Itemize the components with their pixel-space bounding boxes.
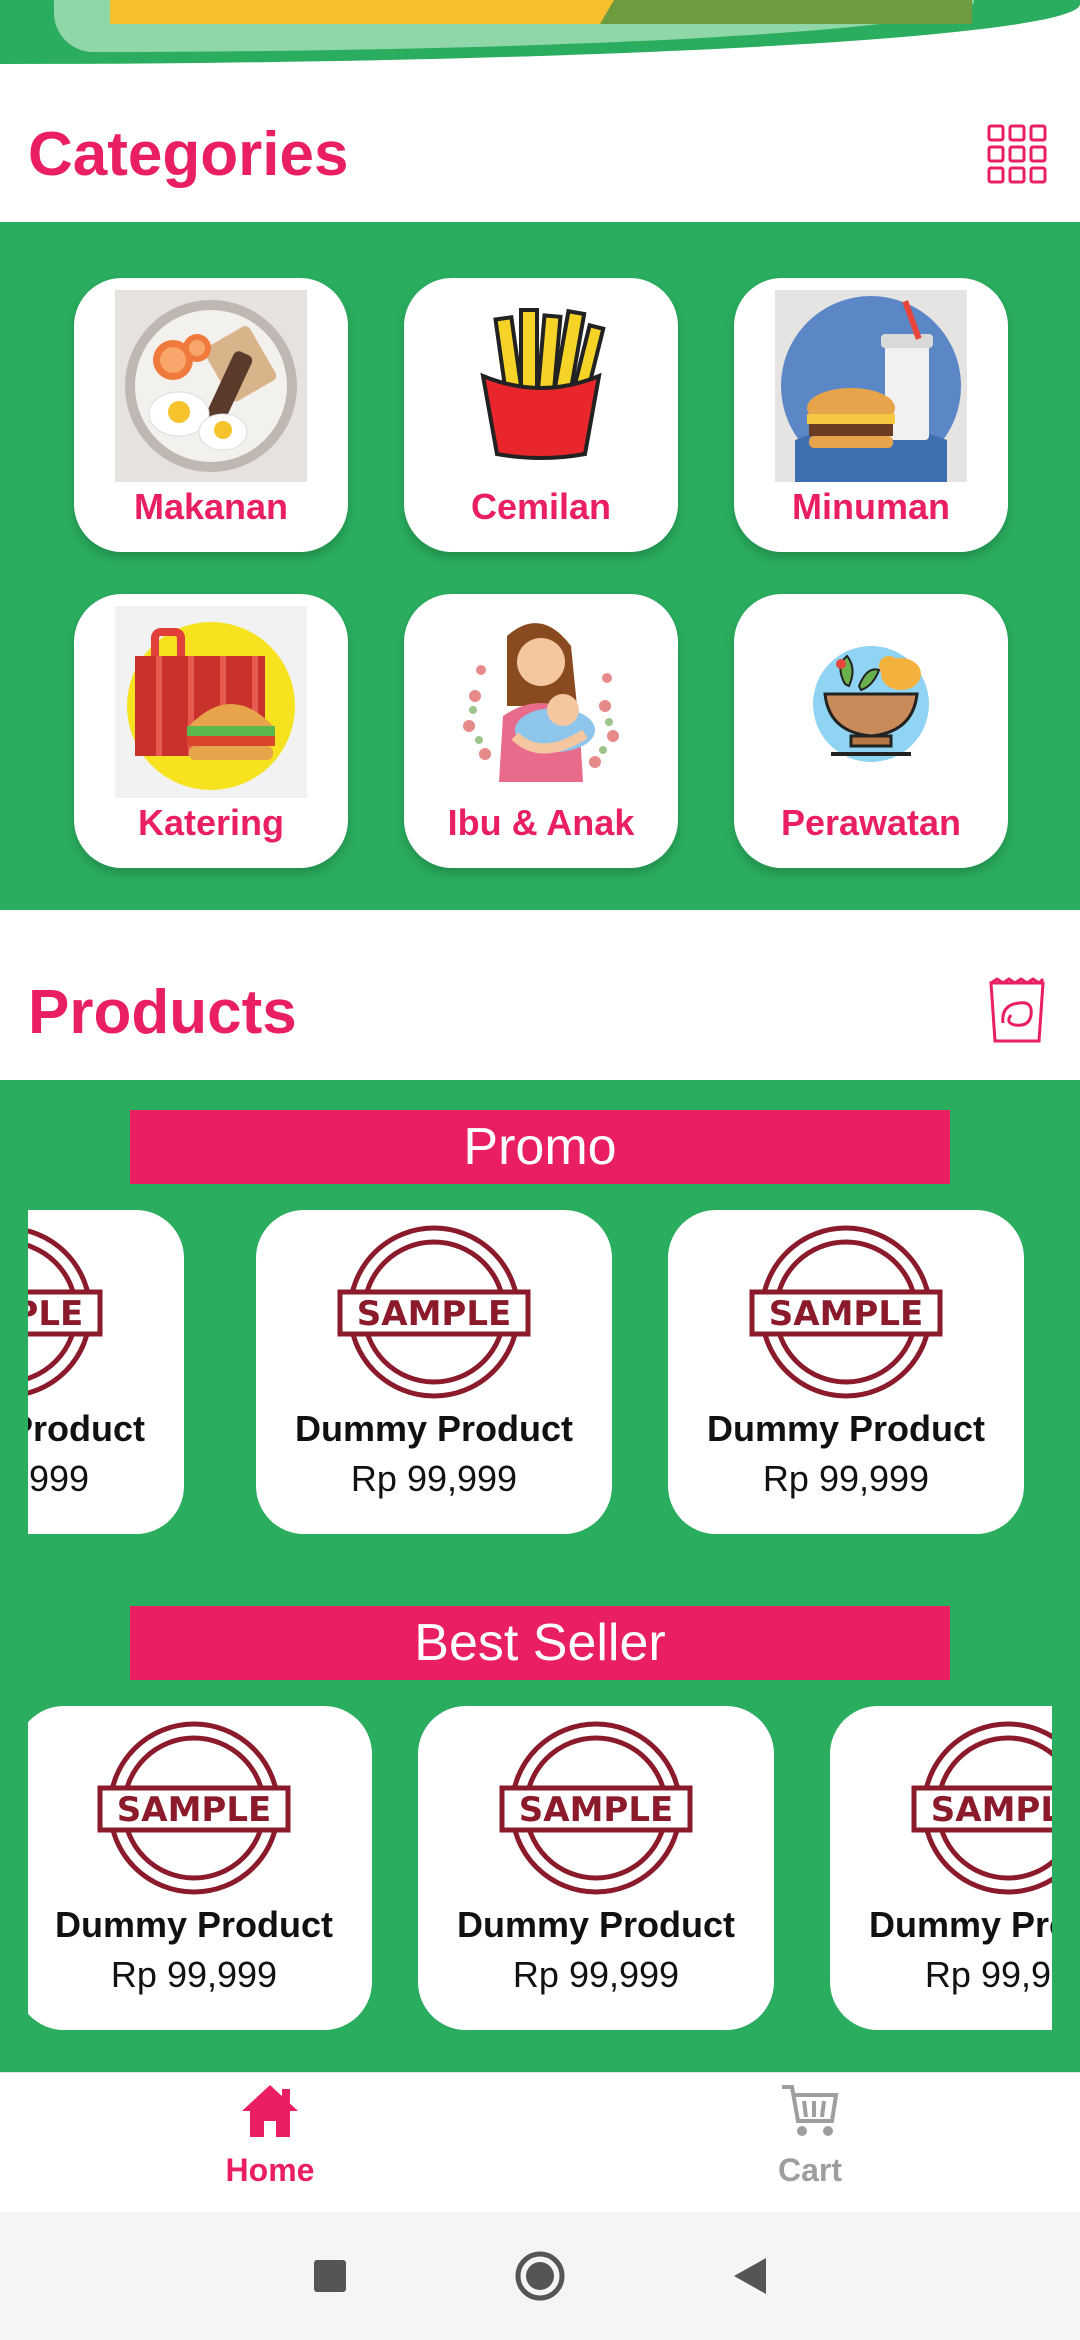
product-name: Dummy Product	[294, 1408, 574, 1449]
category-ibu-anak[interactable]: Ibu & Anak	[404, 594, 678, 868]
category-label: Katering	[137, 802, 285, 843]
product-price: Rp 99,999	[512, 1954, 680, 1995]
sample-stamp-image: SAMPLE	[337, 1225, 531, 1399]
stamp-text: SAMPLE	[519, 1790, 673, 1830]
back-button[interactable]	[720, 2246, 780, 2306]
snack-bag-icon[interactable]	[982, 977, 1052, 1047]
nav-cart-label: Cart	[777, 2152, 842, 2188]
product-price: Rp 99,999	[350, 1458, 518, 1499]
product-price: Rp 99,999	[28, 1458, 90, 1499]
product-name: Dummy Product	[868, 1904, 1052, 1945]
breakfast-plate-icon	[115, 290, 307, 482]
french-fries-icon	[445, 290, 637, 482]
cart-icon	[780, 2083, 840, 2144]
sample-stamp-image: SAMPLE	[499, 1721, 693, 1895]
burger-drink-icon	[775, 290, 967, 482]
stamp-text: SAMPLE	[117, 1790, 271, 1830]
plant-bowl-icon	[775, 606, 967, 798]
product-name: Dummy Product	[28, 1408, 146, 1449]
sample-stamp-image: SAMPLE	[911, 1721, 1052, 1895]
product-card[interactable]: SAMPLE Dummy Product Rp 99,999	[256, 1210, 612, 1534]
categories-title: Categories	[28, 119, 349, 189]
stamp-text: SAMPLE	[357, 1294, 511, 1334]
products-panel: Promo SAMPLE Dummy Product Rp 99,999 SAM…	[0, 1080, 1080, 2072]
product-price: Rp 99,999	[762, 1458, 930, 1499]
products-header: Products	[0, 932, 1080, 1092]
category-label: Minuman	[792, 486, 950, 527]
recents-button[interactable]	[300, 2246, 360, 2306]
catering-bag-icon	[115, 606, 307, 798]
nav-home[interactable]: Home	[120, 2083, 420, 2203]
product-name: Dummy Product	[54, 1904, 334, 1945]
category-makanan[interactable]: Makanan	[74, 278, 348, 552]
home-icon	[240, 2083, 300, 2144]
nav-cart[interactable]: Cart	[660, 2083, 960, 2203]
categories-header: Categories	[0, 74, 1080, 234]
promo-carousel[interactable]: SAMPLE Dummy Product Rp 99,999 SAMPLE Du…	[28, 1210, 1052, 1540]
bottom-navigation: Home Cart	[0, 2072, 1080, 2212]
best-seller-carousel[interactable]: SAMPLE Dummy Product Rp 99,999 SAMPLE Du…	[28, 1706, 1052, 2036]
system-navigation-bar	[0, 2212, 1080, 2340]
category-label: Makanan	[133, 486, 289, 527]
product-card[interactable]: SAMPLE Dummy Product Rp 99,999	[668, 1210, 1024, 1534]
category-minuman[interactable]: Minuman	[734, 278, 1008, 552]
sample-stamp-image: SAMPLE	[97, 1721, 291, 1895]
products-title: Products	[28, 977, 297, 1047]
product-name: Dummy Product	[456, 1904, 736, 1945]
mother-baby-icon	[445, 606, 637, 798]
categories-panel: Makanan Cemilan Minuman Katering Ibu & A…	[0, 222, 1080, 910]
sample-stamp-image: SAMPLE	[749, 1225, 943, 1399]
product-card[interactable]: SAMPLE Dummy Product Rp 99,999	[830, 1706, 1052, 2030]
category-perawatan[interactable]: Perawatan	[734, 594, 1008, 868]
sample-stamp-image: SAMPLE	[28, 1228, 103, 1396]
category-label: Cemilan	[470, 486, 612, 527]
best-seller-label: Best Seller	[130, 1606, 950, 1680]
category-cemilan[interactable]: Cemilan	[404, 278, 678, 552]
product-price: Rp 99,999	[110, 1954, 278, 1995]
product-price: Rp 99,999	[924, 1954, 1052, 1995]
category-label: Perawatan	[780, 802, 962, 843]
promo-label: Promo	[130, 1110, 950, 1184]
category-label: Ibu & Anak	[447, 802, 635, 843]
stamp-text: SAMPLE	[769, 1294, 923, 1334]
home-system-button[interactable]	[510, 2246, 570, 2306]
grid-icon[interactable]	[982, 119, 1052, 189]
category-katering[interactable]: Katering	[74, 594, 348, 868]
product-card[interactable]: SAMPLE Dummy Product Rp 99,999	[418, 1706, 774, 2030]
product-card[interactable]: SAMPLE Dummy Product Rp 99,999	[28, 1706, 372, 2030]
banner-olive-layer	[600, 0, 972, 24]
nav-home-label: Home	[225, 2152, 315, 2188]
top-banner-image[interactable]	[0, 0, 1080, 64]
product-name: Dummy Product	[706, 1408, 986, 1449]
stamp-text: SAMPLE	[28, 1294, 83, 1334]
product-card[interactable]: SAMPLE Dummy Product Rp 99,999	[28, 1210, 184, 1534]
stamp-text: SAMPLE	[931, 1790, 1052, 1830]
